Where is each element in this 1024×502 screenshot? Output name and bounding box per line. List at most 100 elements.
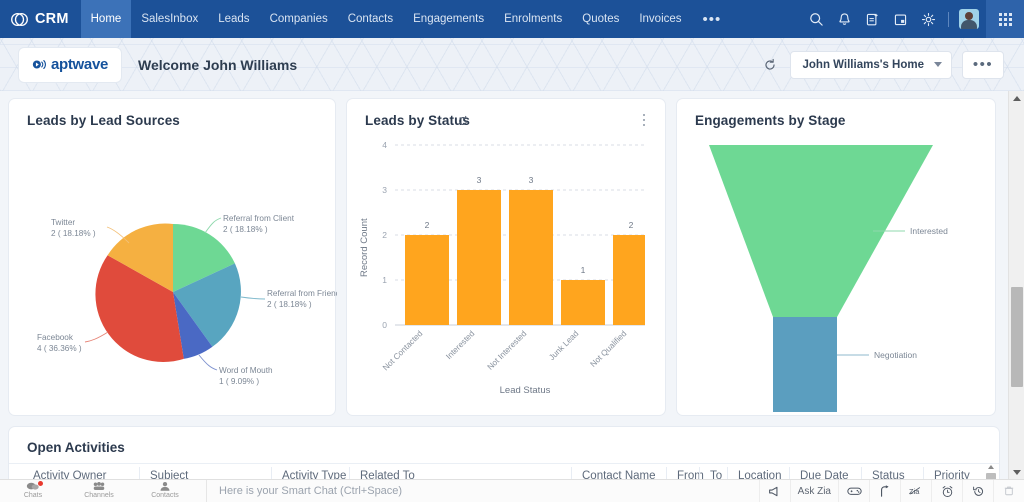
- aptwave-logo-text: aptwave: [51, 56, 108, 73]
- pie-value-word-of-mouth: 1 ( 9.09% ): [219, 377, 259, 386]
- pie-value-facebook: 4 ( 36.36% ): [37, 344, 82, 353]
- pie-label-facebook: Facebook: [37, 333, 74, 342]
- nav-item-invoices[interactable]: Invoices: [629, 0, 691, 38]
- chart-cards-row: Leads by Lead Sources: [0, 91, 1008, 416]
- funnel-label-negotiation: Negotiation: [874, 350, 917, 360]
- nav-item-engagements[interactable]: Engagements: [403, 0, 494, 38]
- settings-gear-icon[interactable]: [915, 6, 941, 32]
- open-activities-title: Open Activities: [27, 440, 125, 455]
- crm-logo-icon: [10, 10, 29, 29]
- bar-value-not-qualified: 2: [629, 220, 634, 230]
- bar-card-menu-icon[interactable]: [637, 112, 651, 128]
- search-icon[interactable]: [803, 6, 829, 32]
- bar-value-not-interested: 3: [529, 175, 534, 185]
- home-view-select[interactable]: John Williams's Home: [790, 51, 953, 79]
- card-leads-by-lead-sources: Leads by Lead Sources: [8, 98, 336, 416]
- pie-card-title: Leads by Lead Sources: [27, 113, 180, 128]
- channels-group-icon: [92, 481, 106, 492]
- user-avatar-image: [959, 9, 979, 29]
- share-arrow-icon[interactable]: [869, 480, 900, 502]
- chevron-down-icon: [934, 62, 942, 67]
- funnel-stage-negotiation[interactable]: [773, 317, 837, 412]
- aptwave-logo: aptwave: [18, 47, 122, 83]
- bar-interested[interactable]: [457, 190, 501, 325]
- card-leads-by-status: Leads by Status 4 3 2 1: [346, 98, 666, 416]
- alarm-clock-icon[interactable]: [931, 480, 962, 502]
- dashboard-main: Leads by Lead Sources: [0, 91, 1008, 479]
- aptwave-wave-icon: [32, 57, 47, 72]
- nav-item-quotes[interactable]: Quotes: [572, 0, 629, 38]
- gamepad-icon[interactable]: [838, 480, 869, 502]
- bar-junk-lead[interactable]: [561, 280, 605, 325]
- zia-icon[interactable]: Zia: [900, 480, 931, 502]
- bar-not-qualified[interactable]: [613, 235, 645, 325]
- nav-right-icons: [803, 0, 986, 38]
- home-view-label: John Williams's Home: [803, 59, 925, 71]
- chats-unread-badge: [38, 481, 43, 486]
- bottom-item-contacts-label: Contacts: [151, 492, 179, 499]
- bar-value-interested: 3: [477, 175, 482, 185]
- history-clock-icon[interactable]: [962, 480, 993, 502]
- nav-item-contacts[interactable]: Contacts: [338, 0, 403, 38]
- table-scroll-up-arrow[interactable]: [988, 465, 994, 469]
- apps-grid-icon[interactable]: [986, 0, 1024, 38]
- ask-zia-button[interactable]: Ask Zia: [790, 480, 838, 502]
- refresh-icon[interactable]: [760, 55, 780, 75]
- welcome-message: Welcome John Williams: [138, 57, 297, 73]
- nav-divider: [948, 12, 949, 27]
- header-more-button[interactable]: •••: [962, 51, 1004, 79]
- notification-bell-icon[interactable]: [831, 6, 857, 32]
- page-scrollbar[interactable]: [1008, 91, 1024, 479]
- nav-item-enrolments[interactable]: Enrolments: [494, 0, 572, 38]
- add-note-icon[interactable]: [859, 6, 885, 32]
- crm-dashboard-app: CRM Home SalesInbox Leads Companies Cont…: [0, 0, 1024, 502]
- pie-label-word-of-mouth: Word of Mouth: [219, 366, 273, 375]
- top-navigation-bar: CRM Home SalesInbox Leads Companies Cont…: [0, 0, 1024, 38]
- bottom-item-chats-label: Chats: [24, 492, 42, 499]
- avatar[interactable]: [956, 6, 982, 32]
- nav-item-companies[interactable]: Companies: [260, 0, 338, 38]
- bar-not-interested[interactable]: [509, 190, 553, 325]
- bar-not-contacted[interactable]: [405, 235, 449, 325]
- contact-person-icon: [159, 481, 171, 492]
- bar-card-title: Leads by Status: [365, 113, 470, 128]
- bottom-item-channels[interactable]: Channels: [66, 480, 132, 502]
- bottom-item-chats[interactable]: Chats: [0, 480, 66, 502]
- bottom-status-bar: Chats Channels Contacts Here is your Sma…: [0, 479, 1024, 502]
- calendar-icon[interactable]: [887, 6, 913, 32]
- pie-chart: Referral from Client 2 ( 18.18% ) Referr…: [9, 127, 337, 417]
- bar-value-junk-lead: 1: [581, 265, 586, 275]
- bar-value-not-contacted: 2: [425, 220, 430, 230]
- nav-item-leads[interactable]: Leads: [208, 0, 259, 38]
- bar-ytick-0: 0: [382, 320, 387, 330]
- bar-xtick-interested: Interested: [444, 329, 476, 361]
- brand-label: CRM: [35, 11, 69, 27]
- header-actions: John Williams's Home •••: [760, 51, 1024, 79]
- card-engagements-by-stage: Engagements by Stage Interested Negotiat…: [676, 98, 996, 416]
- bar-xtick-not-qualified: Not Qualified: [589, 329, 629, 369]
- bar-ytick-2: 2: [382, 230, 387, 240]
- bar-y-axis-title: Record Count: [359, 218, 370, 277]
- crm-brand[interactable]: CRM: [0, 0, 81, 38]
- open-activities-panel: Open Activities Activity Owner Subject A…: [8, 426, 1000, 486]
- bar-ytick-4: 4: [382, 140, 387, 150]
- nav-more-button[interactable]: •••: [692, 0, 733, 38]
- pie-label-referral-client: Referral from Client: [223, 214, 295, 223]
- pie-value-twitter: 2 ( 18.18% ): [51, 229, 96, 238]
- apps-grid-dots: [999, 13, 1012, 26]
- nav-item-salesinbox[interactable]: SalesInbox: [131, 0, 208, 38]
- smart-chat-input[interactable]: Here is your Smart Chat (Ctrl+Space): [206, 480, 759, 502]
- megaphone-icon[interactable]: [759, 480, 790, 502]
- pie-value-referral-client: 2 ( 18.18% ): [223, 225, 268, 234]
- funnel-card-title: Engagements by Stage: [695, 113, 846, 128]
- page-scroll-up-arrow[interactable]: [1009, 91, 1024, 105]
- bottom-left-items: Chats Channels Contacts: [0, 480, 198, 502]
- bottom-item-contacts[interactable]: Contacts: [132, 480, 198, 502]
- page-scroll-thumb[interactable]: [1011, 287, 1023, 387]
- page-scroll-down-arrow[interactable]: [1009, 465, 1024, 479]
- trash-icon[interactable]: [993, 480, 1024, 502]
- nav-item-home[interactable]: Home: [81, 0, 132, 38]
- bottom-item-channels-label: Channels: [84, 492, 114, 499]
- bar-ytick-1: 1: [382, 275, 387, 285]
- pie-label-referral-friend: Referral from Friend/f: [267, 289, 337, 298]
